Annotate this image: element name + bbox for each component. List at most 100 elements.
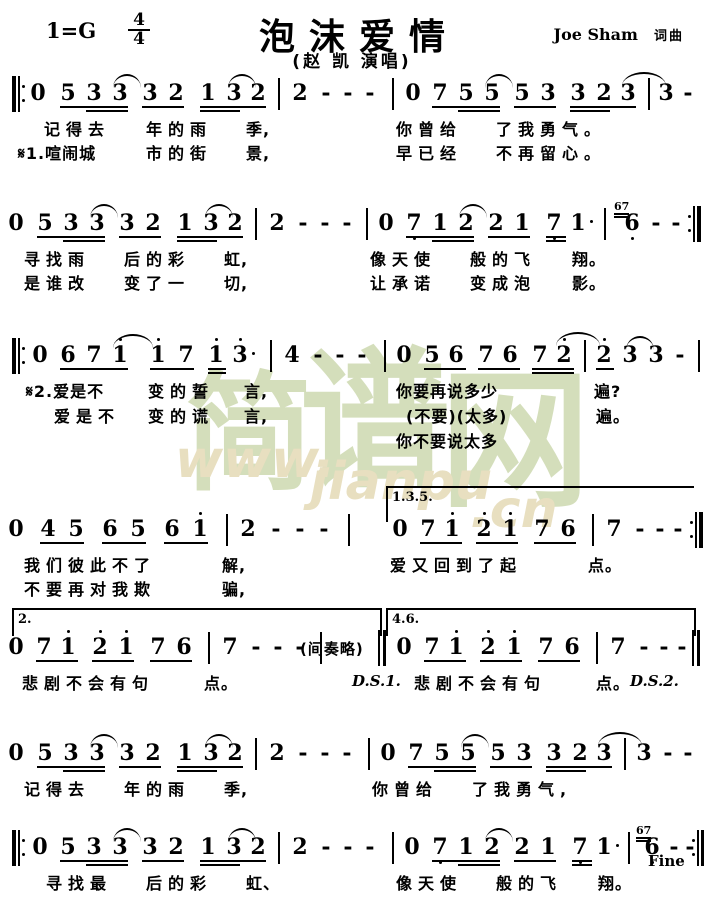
tie xyxy=(485,74,513,88)
note: 7 xyxy=(432,80,448,106)
note-dash: - xyxy=(683,740,693,766)
note: 0 xyxy=(8,516,24,542)
note-dash: - xyxy=(365,80,375,106)
note: 2 xyxy=(269,210,285,236)
beam xyxy=(514,860,556,862)
note: 5 xyxy=(490,740,506,766)
octave-up-dot xyxy=(508,512,512,515)
note-value: 2 xyxy=(92,634,108,660)
note: 2 xyxy=(480,630,496,660)
note-dash: - xyxy=(671,210,681,236)
note-dash: - xyxy=(319,516,329,542)
stave-6: 0 5 3 3 3 2 1 3 2 2 - - - 0 7 5 5 5 3 3 … xyxy=(0,732,704,800)
lyric-segment: 悲剧不会有句 xyxy=(414,674,547,693)
note: 3 xyxy=(86,80,102,106)
beam xyxy=(488,236,530,238)
note: 6 xyxy=(560,516,576,542)
beam xyxy=(142,860,184,862)
lyric-segment: 你曾给 xyxy=(372,780,439,799)
beam xyxy=(570,106,636,108)
lyric-segment: 你要再说多少 xyxy=(396,382,499,401)
note: 7 xyxy=(406,212,422,240)
volta-label: 1.3.5. xyxy=(392,490,433,505)
beam xyxy=(420,542,462,544)
note: 3 xyxy=(119,740,135,766)
volta-label: 2. xyxy=(18,612,32,627)
note: 0 xyxy=(380,740,396,766)
stave-1-lyrics-line-1: 记得去 年的雨 季, 你曾给 了我勇气。 xyxy=(0,116,704,140)
lyric-segment: 是谁改 xyxy=(24,274,91,293)
note: 1 xyxy=(448,630,464,660)
octave-up-dot xyxy=(124,630,128,633)
note: 4 xyxy=(284,342,300,368)
octave-up-dot xyxy=(198,512,202,515)
fine-mark: Fine xyxy=(648,852,685,870)
lyric-segment: 了我勇气, xyxy=(472,780,573,799)
sheet-music-page: 1=G 4 4 泡沫爱情 (赵 凯 演唱) Joe Sham 词曲 0 5 3 3… xyxy=(0,0,704,907)
note: 7 xyxy=(420,516,436,542)
stave-5: 2. 4.6. 0 7 1 2 1 7 6 7 - - - (间奏略) 0 7 … xyxy=(0,608,704,696)
note-dash: - xyxy=(639,634,649,660)
beam xyxy=(534,542,576,544)
beam xyxy=(208,372,226,374)
note-dash: - xyxy=(675,342,685,368)
note: 7 xyxy=(546,212,562,240)
note-value: 2 xyxy=(480,634,496,660)
note-dash: - xyxy=(651,210,661,236)
tie xyxy=(228,74,256,88)
note: 1 xyxy=(458,834,474,860)
stave-2-lyrics-line-1: 寻找雨 后的彩 虹, 像天使 般的飞 翔。 xyxy=(0,246,704,270)
octave-up-dot xyxy=(214,338,218,341)
note: 6 xyxy=(502,342,518,368)
note-dash: - xyxy=(321,834,331,860)
note: 2 xyxy=(572,740,588,766)
beam xyxy=(424,660,466,662)
composer-name: Joe Sham xyxy=(553,25,638,44)
lyric-segment: (不要)(太多) xyxy=(406,407,508,426)
tie xyxy=(205,734,233,748)
lyric-segment: 后的彩 xyxy=(124,250,191,269)
note-value: 7 xyxy=(432,834,448,860)
lyric-segment: 不要再对我欺 xyxy=(24,580,157,599)
lyric-segment: 遍? xyxy=(594,382,622,401)
barline xyxy=(278,832,280,864)
note-value: 1 xyxy=(448,634,464,660)
barline xyxy=(584,340,586,372)
beam xyxy=(177,766,243,768)
lyric-segment: 影。 xyxy=(572,274,607,293)
segno-icon: 𝄋 xyxy=(26,382,34,401)
note: 6 xyxy=(102,516,118,542)
note: 1 xyxy=(444,512,460,540)
note-dash: - xyxy=(313,342,323,368)
note-value: 1 xyxy=(118,634,134,660)
stave-7-notes: 0 5 3 3 3 2 1 3 2 2 - - - 0 7 1 2 2 1 7 … xyxy=(0,825,704,870)
note: 7 xyxy=(150,634,166,660)
stave-2-notes: 0 5 3 3 3 2 1 3 2 2 - - - 0 7 1 2 2 1 7 … xyxy=(0,201,704,246)
octave-up-dot xyxy=(512,630,516,633)
augmentation-dot xyxy=(616,844,619,847)
note: 1 xyxy=(177,740,193,766)
note: 5 xyxy=(60,834,76,860)
octave-up-dot xyxy=(602,338,606,341)
lyric-segment: 悲剧不会有句 xyxy=(22,674,155,693)
note: 2 xyxy=(145,740,161,766)
lyric-segment: 你不要说太多 xyxy=(396,432,499,451)
note-dash: - xyxy=(335,342,345,368)
beam xyxy=(480,660,522,662)
tie xyxy=(461,734,489,748)
note: 3 xyxy=(63,210,79,236)
lyric-segment: 早已经 xyxy=(396,144,463,163)
lyric-segment: 像天使 xyxy=(370,250,437,269)
lyric-segment: 点。 xyxy=(596,674,631,693)
note-dash: - xyxy=(321,80,331,106)
note-dash: - xyxy=(663,740,673,766)
note: 3 xyxy=(232,338,248,366)
note-value: 1 xyxy=(60,634,76,660)
lyric-segment: 般的飞 xyxy=(470,250,537,269)
lyric-segment: 虹, xyxy=(224,250,249,269)
note: 7 xyxy=(86,342,102,368)
note: 7 xyxy=(532,342,548,368)
note-value: 1 xyxy=(192,516,208,542)
lyric-segment: 不再留心。 xyxy=(496,144,607,163)
tie xyxy=(459,204,487,218)
